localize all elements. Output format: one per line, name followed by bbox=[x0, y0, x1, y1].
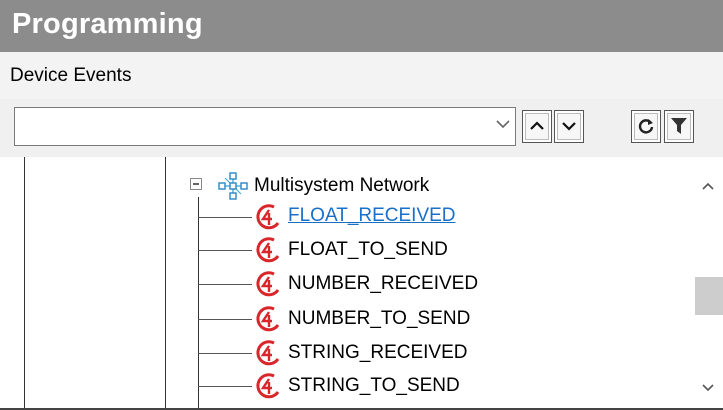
filter-icon bbox=[671, 118, 687, 134]
tree-connector bbox=[198, 353, 252, 354]
signal-icon bbox=[256, 237, 280, 263]
refresh-icon bbox=[638, 119, 654, 134]
signal-icon bbox=[256, 306, 280, 332]
event-combobox[interactable] bbox=[14, 107, 516, 146]
tree-connector bbox=[198, 284, 252, 285]
network-icon bbox=[218, 172, 248, 200]
subheader: Device Events bbox=[0, 52, 723, 100]
scroll-down-icon[interactable] bbox=[700, 381, 716, 395]
tree-item-float-to-send[interactable]: FLOAT_TO_SEND bbox=[288, 239, 448, 261]
title-bar: Programming bbox=[0, 0, 723, 52]
chevron-down-icon[interactable] bbox=[495, 114, 511, 134]
tree-item-number-to-send[interactable]: NUMBER_TO_SEND bbox=[288, 308, 470, 330]
tree-guide-line bbox=[165, 157, 166, 408]
tree-guide-line bbox=[24, 157, 25, 408]
tree-connector bbox=[198, 319, 252, 320]
window-title: Programming bbox=[12, 8, 203, 40]
multisystem-network-node[interactable]: Multisystem Network bbox=[254, 175, 429, 197]
tree-connector bbox=[198, 386, 252, 387]
signal-icon bbox=[256, 340, 280, 366]
toolbar bbox=[0, 99, 723, 157]
event-tree[interactable]: Multisystem Network FLOAT_RECEIVED FLOAT… bbox=[0, 157, 723, 410]
tree-connector bbox=[198, 250, 252, 251]
device-events-label: Device Events bbox=[10, 65, 132, 86]
scroll-up-icon[interactable] bbox=[700, 179, 716, 193]
tree-item-float-received[interactable]: FLOAT_RECEIVED bbox=[288, 205, 456, 227]
move-down-button[interactable] bbox=[554, 110, 584, 143]
chevron-down-icon bbox=[562, 122, 576, 131]
tree-connector bbox=[198, 217, 252, 218]
signal-icon bbox=[256, 373, 280, 399]
signal-icon bbox=[256, 204, 280, 230]
tree-guide-line bbox=[198, 197, 199, 408]
tree-item-number-received[interactable]: NUMBER_RECEIVED bbox=[288, 273, 478, 295]
tree-item-string-received[interactable]: STRING_RECEIVED bbox=[288, 342, 467, 364]
signal-icon bbox=[256, 271, 280, 297]
filter-button[interactable] bbox=[664, 110, 694, 143]
refresh-button[interactable] bbox=[631, 110, 661, 143]
tree-item-string-to-send[interactable]: STRING_TO_SEND bbox=[288, 375, 460, 397]
move-up-button[interactable] bbox=[522, 110, 552, 143]
chevron-up-icon bbox=[530, 121, 544, 130]
scrollbar-thumb[interactable] bbox=[695, 277, 723, 315]
collapse-toggle-icon[interactable] bbox=[190, 178, 204, 192]
